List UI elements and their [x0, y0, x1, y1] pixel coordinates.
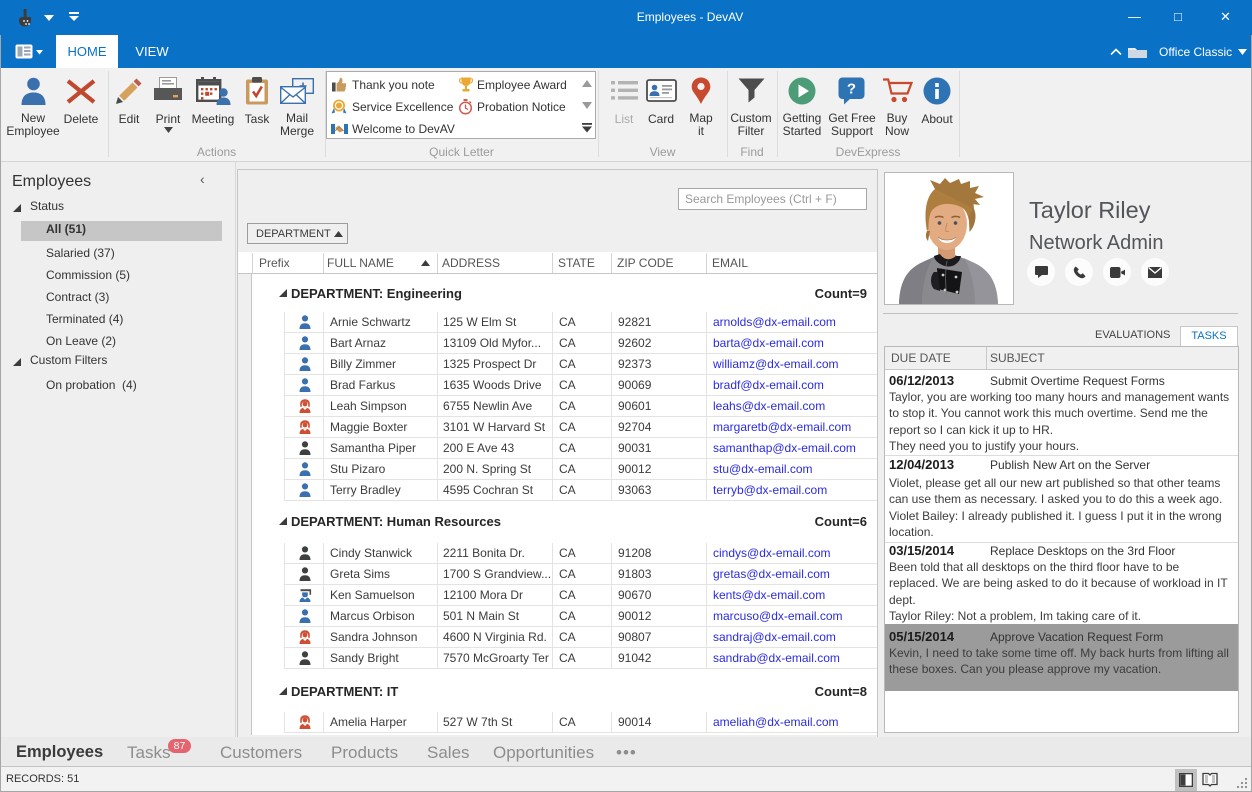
svg-text:?: ?	[847, 81, 856, 98]
